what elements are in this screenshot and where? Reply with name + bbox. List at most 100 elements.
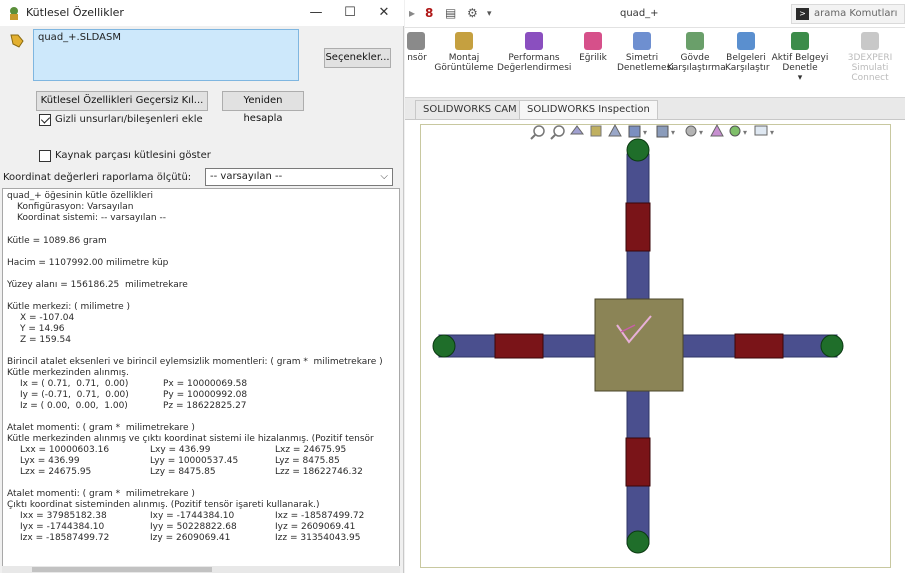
coordinate-system-select[interactable]: -- varsayılan -- ⌵	[205, 168, 393, 186]
ribbon-tool-label: nsör	[407, 53, 427, 63]
sensor-icon	[407, 32, 425, 50]
results-lzz: Lzz = 18622746.32	[275, 467, 363, 477]
dropdown-arrow-icon[interactable]: ▾	[487, 9, 492, 19]
minimize-button[interactable]: —	[302, 3, 330, 23]
document-title: quad_+	[620, 8, 659, 19]
evaluate-ribbon: nsör Montaj Görüntüleme Performans Değerle…	[405, 28, 905, 98]
results-izz: Izz = 31354043.95	[275, 533, 361, 543]
results-lyx: Lyx = 436.99	[20, 456, 80, 466]
chevron-down-icon: ▾	[797, 73, 803, 83]
results-com-z: Z = 159.54	[20, 335, 71, 345]
scrollbar-thumb[interactable]	[32, 567, 212, 572]
horizontal-scrollbar[interactable]	[2, 566, 400, 573]
graphics-viewport[interactable]: ▾ ▾ ▾ ▾ ▾	[405, 120, 905, 573]
motor-left[interactable]	[494, 333, 544, 359]
include-hidden-checkbox[interactable]	[39, 114, 51, 126]
results-surface-area: Yüzey alanı = 156186.25 milimetrekare	[7, 280, 188, 290]
show-source-mass-label: Kaynak parçası kütlesini göster	[55, 150, 211, 161]
results-iyx: Iyx = -1744384.10	[20, 522, 105, 532]
ribbon-tool-3[interactable]: Eğrilik	[573, 32, 613, 63]
chevron-down-icon: ⌵	[380, 171, 388, 182]
results-com-x: X = -107.04	[20, 313, 75, 323]
quadcopter-model[interactable]	[405, 120, 905, 573]
3dexperience-icon	[861, 32, 879, 50]
results-ix: Ix = ( 0.71, 0.71, 0.00)	[20, 379, 129, 389]
selected-item[interactable]: quad_+.SLDASM	[38, 32, 121, 43]
results-volume: Hacim = 1107992.00 milimetre küp	[7, 258, 169, 268]
results-header: quad_+ öğesinin kütle özellikleri	[7, 191, 154, 201]
solidworks-window: ▸ 8 ▤ ⚙ ▾ quad_+ > arama Komutları nsör M…	[405, 0, 905, 573]
results-principal-title: Birincil atalet eksenleri ve birincil ey…	[7, 357, 383, 367]
results-py: Py = 10000992.08	[163, 390, 248, 400]
dialog-titlebar: Kütlesel Özellikler — ☐ ✕	[0, 0, 404, 26]
selection-pointer-icon	[10, 34, 24, 48]
rotor-left[interactable]	[432, 334, 456, 358]
options-gear-icon[interactable]: ⚙	[467, 6, 478, 20]
center-body[interactable]	[594, 298, 684, 392]
results-iyy: Iyy = 50228822.68	[150, 522, 237, 532]
results-lxy: Lxy = 436.99	[150, 445, 211, 455]
show-source-mass-checkbox[interactable]	[39, 150, 51, 162]
tab-solidworks-cam[interactable]: SOLIDWORKS CAM	[415, 100, 525, 119]
recalculate-button[interactable]: Yeniden hesapla	[222, 91, 304, 124]
maximize-button[interactable]: ☐	[336, 3, 364, 23]
results-lyy: Lyy = 10000537.45	[150, 456, 239, 466]
rotor-right[interactable]	[820, 334, 844, 358]
selected-items-list[interactable]: quad_+.SLDASM	[33, 29, 299, 81]
ribbon-tool-label: Aktif Belgeyi Denetle	[771, 53, 829, 73]
results-principal-sub: Kütle merkezinden alınmış.	[7, 368, 129, 378]
ribbon-tool-label: Belgeleri Karşılaştır	[725, 53, 770, 73]
ribbon-tool-label: Gövde Karşılaştırma	[667, 53, 726, 73]
ribbon-tool-label: Montaj Görüntüleme	[434, 53, 494, 73]
command-search-icon: >	[796, 8, 809, 20]
results-ixx: Ixx = 37985182.38	[20, 511, 107, 521]
results-izy: Izy = 2609069.41	[150, 533, 231, 543]
command-manager-tabs: SOLIDWORKS CAM SOLIDWORKS Inspection	[405, 98, 905, 120]
results-mass: Kütle = 1089.86 gram	[7, 236, 107, 246]
results-config: Konfigürasyon: Varsayılan	[17, 202, 134, 212]
results-inertia-out-sub: Çıktı koordinat sisteminden alınmış. (Po…	[7, 500, 320, 510]
ribbon-tool-1[interactable]: Montaj Görüntüleme	[433, 32, 495, 73]
ribbon-tool-6[interactable]: Belgeleri Karşılaştır	[725, 32, 770, 73]
results-px: Px = 10000069.58	[163, 379, 248, 389]
report-coordinate-label: Koordinat değerleri raporlama ölçütü:	[3, 172, 192, 183]
rotor-bottom[interactable]	[626, 530, 650, 554]
options-button[interactable]: Seçenekler...	[324, 48, 391, 68]
dropdown-arrow-icon[interactable]: ▸	[409, 6, 415, 20]
check-active-document-icon	[791, 32, 809, 50]
ribbon-tool-label: Eğrilik	[579, 53, 607, 63]
dialog-title: Kütlesel Özellikler	[26, 6, 124, 19]
results-lxx: Lxx = 10000603.16	[20, 445, 110, 455]
results-ixz: Ixz = -18587499.72	[275, 511, 365, 521]
symmetry-check-icon	[633, 32, 651, 50]
ribbon-tool-label: 3DEXPERI Simulati Connect	[847, 53, 893, 83]
search-commands-label: arama Komutları	[814, 8, 898, 19]
performance-evaluation-icon	[525, 32, 543, 50]
results-com-y: Y = 14.96	[20, 324, 65, 334]
file-properties-icon[interactable]: ▤	[445, 6, 456, 20]
curvature-icon	[584, 32, 602, 50]
close-button[interactable]: ✕	[370, 3, 398, 23]
results-iy: Iy = (-0.71, 0.71, 0.00)	[20, 390, 129, 400]
results-text-area[interactable]: quad_+ öğesinin kütle özellikleri Konfig…	[2, 188, 400, 568]
ribbon-tool-8[interactable]: 3DEXPERI Simulati Connect	[835, 32, 905, 83]
override-mass-properties-button[interactable]: Kütlesel Özellikleri Geçersiz Kıl...	[36, 91, 208, 111]
motor-right[interactable]	[734, 333, 784, 359]
ribbon-tool-7[interactable]: Aktif Belgeyi Denetle ▾	[769, 32, 831, 83]
traffic-light-icon[interactable]: 8	[425, 6, 433, 20]
results-com-title: Kütle merkezi: ( milimetre )	[7, 302, 131, 312]
motor-bottom[interactable]	[625, 437, 651, 487]
tab-solidworks-inspection[interactable]: SOLIDWORKS Inspection	[519, 100, 658, 119]
results-lzx: Lzx = 24675.95	[20, 467, 92, 477]
results-lyz: Lyz = 8475.85	[275, 456, 340, 466]
ribbon-tool-0[interactable]: nsör	[405, 32, 429, 63]
include-hidden-label: Gizli unsurları/bileşenleri ekle	[55, 114, 203, 125]
results-lxz: Lxz = 24675.95	[275, 445, 347, 455]
ribbon-tool-5[interactable]: Gövde Karşılaştırma	[667, 32, 726, 73]
ribbon-tool-4[interactable]: Simetri Denetlemesi	[617, 32, 674, 73]
ribbon-tool-2[interactable]: Performans Değerlendirmesi	[497, 32, 571, 73]
rotor-top[interactable]	[626, 138, 650, 162]
assembly-visualization-icon	[455, 32, 473, 50]
search-commands-input[interactable]: > arama Komutları	[791, 4, 905, 24]
motor-top[interactable]	[625, 202, 651, 252]
